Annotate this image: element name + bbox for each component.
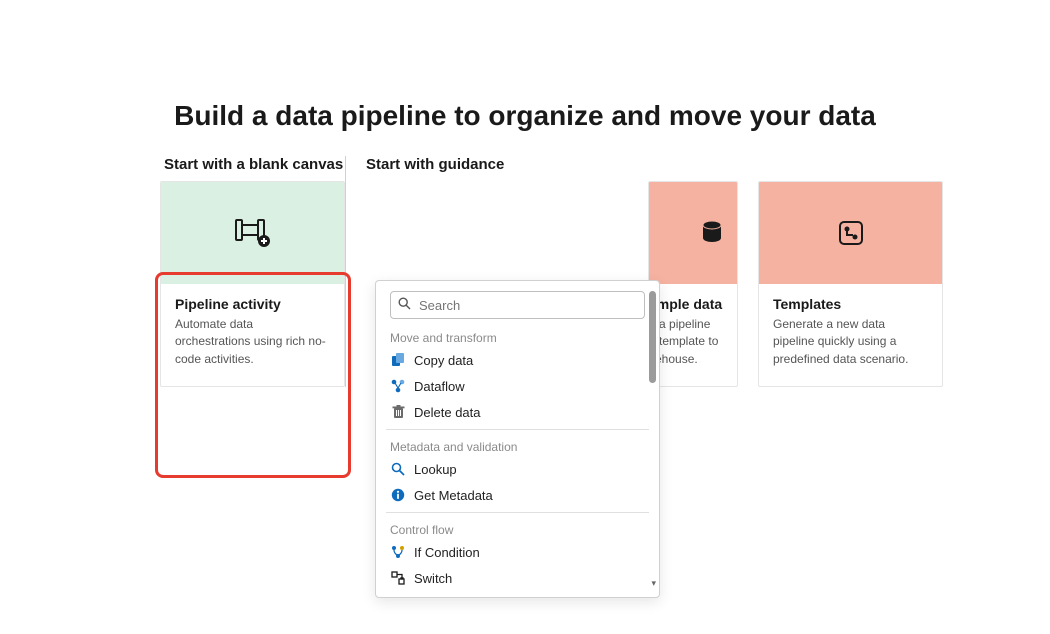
branch-icon xyxy=(390,544,406,560)
card-pipeline-activity[interactable]: Pipeline activity Automate data orchestr… xyxy=(160,181,345,387)
scrollbar-thumb[interactable] xyxy=(649,291,656,383)
item-copy-data[interactable]: Copy data xyxy=(376,347,659,373)
item-lookup[interactable]: Lookup xyxy=(376,456,659,482)
templates-icon-area xyxy=(759,182,942,284)
templates-title: Templates xyxy=(773,296,928,312)
item-switch[interactable]: Switch xyxy=(376,565,659,591)
group-move-transform: Move and transform xyxy=(376,325,659,347)
pipeline-activity-desc: Automate data orchestrations using rich … xyxy=(175,316,330,368)
item-label: Dataflow xyxy=(414,379,465,394)
copy-icon xyxy=(390,352,406,368)
dropdown-scrollbar[interactable]: ▴ ▾ xyxy=(649,291,657,587)
item-get-metadata[interactable]: Get Metadata xyxy=(376,482,659,508)
sample-data-desc-frag: ata pipeline d template to kehouse. xyxy=(649,316,723,368)
item-label: Lookup xyxy=(414,462,457,477)
separator xyxy=(386,429,649,430)
database-icon xyxy=(701,220,723,246)
sample-data-title-frag: ample data xyxy=(649,296,723,312)
switch-icon xyxy=(390,570,406,586)
info-icon xyxy=(390,487,406,503)
activity-dropdown: Move and transform Copy data Dataflow De… xyxy=(375,280,660,598)
blank-canvas-header: Start with a blank canvas xyxy=(160,156,345,173)
templates-icon xyxy=(837,219,865,247)
item-label: Copy data xyxy=(414,353,473,368)
dataflow-icon xyxy=(390,378,406,394)
separator xyxy=(386,512,649,513)
guidance-header: Start with guidance xyxy=(366,156,943,173)
item-if-condition[interactable]: If Condition xyxy=(376,539,659,565)
item-label: If Condition xyxy=(414,545,480,560)
page-title: Build a data pipeline to organize and mo… xyxy=(0,100,1050,132)
group-control-flow: Control flow xyxy=(376,517,659,539)
search-input[interactable] xyxy=(390,291,645,319)
trash-icon xyxy=(390,404,406,420)
card-sample-data-partial[interactable]: ample data ata pipeline d template to ke… xyxy=(648,181,738,387)
item-label: Switch xyxy=(414,571,452,586)
pipeline-activity-title: Pipeline activity xyxy=(175,296,330,312)
group-metadata-validation: Metadata and validation xyxy=(376,434,659,456)
item-label: Get Metadata xyxy=(414,488,493,503)
item-dataflow[interactable]: Dataflow xyxy=(376,373,659,399)
sample-data-icon-area xyxy=(649,182,737,284)
column-blank-canvas: Start with a blank canvas Pipeline xyxy=(160,156,345,387)
pipeline-activity-icon-area xyxy=(161,182,344,284)
pipeline-icon xyxy=(235,218,271,248)
lookup-search-icon xyxy=(390,461,406,477)
search-icon xyxy=(398,297,411,313)
item-delete-data[interactable]: Delete data xyxy=(376,399,659,425)
scroll-down-icon[interactable]: ▾ xyxy=(651,578,656,589)
item-label: Delete data xyxy=(414,405,481,420)
card-templates[interactable]: Templates Generate a new data pipeline q… xyxy=(758,181,943,387)
templates-desc: Generate a new data pipeline quickly usi… xyxy=(773,316,928,368)
